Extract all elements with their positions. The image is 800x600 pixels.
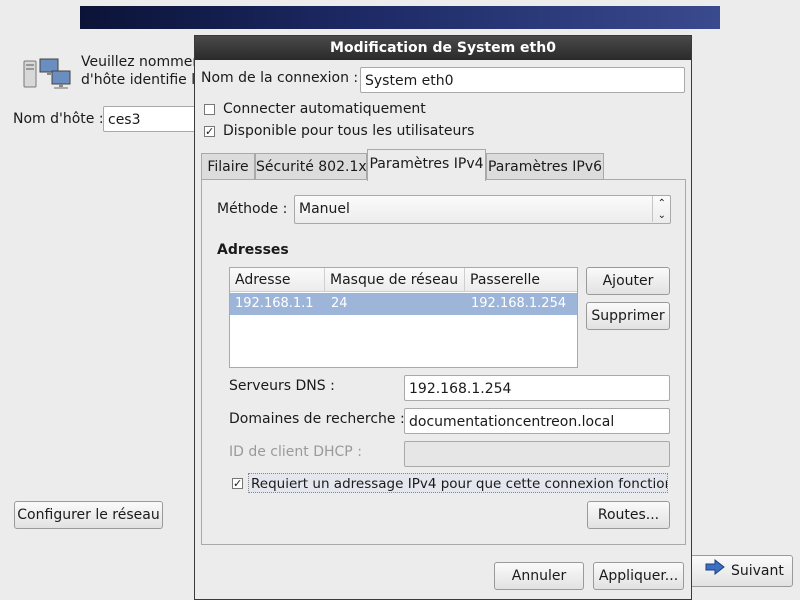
- connection-name-input[interactable]: System eth0: [360, 67, 685, 93]
- intro-text-line2: d'hôte identifie l'o: [81, 72, 208, 88]
- installer-banner: [80, 6, 720, 29]
- configure-network-button[interactable]: Configurer le réseau: [14, 501, 163, 529]
- auto-connect-label[interactable]: Connecter automatiquement: [223, 101, 426, 117]
- tab-security-8021x[interactable]: Sécurité 802.1x: [255, 153, 367, 180]
- cancel-button[interactable]: Annuler: [494, 562, 584, 590]
- method-value: Manuel: [299, 201, 350, 217]
- ipv4-settings-panel: Méthode : Manuel ⌃ ⌄ Adresses Adresse Mas…: [201, 179, 686, 545]
- method-select[interactable]: Manuel ⌃ ⌄: [294, 195, 671, 224]
- search-domains-label: Domaines de recherche :: [229, 411, 405, 427]
- addresses-table[interactable]: Adresse Masque de réseau Passerelle 192.…: [229, 267, 578, 368]
- tab-ipv6-settings[interactable]: Paramètres IPv6: [486, 153, 604, 180]
- apply-button[interactable]: Appliquer...: [593, 562, 684, 590]
- edit-connection-dialog: Modification de System eth0 Nom de la co…: [194, 35, 692, 600]
- tab-wired[interactable]: Filaire: [201, 153, 255, 180]
- next-button-label: Suivant: [731, 563, 784, 579]
- all-users-label[interactable]: Disponible pour tous les utilisateurs: [223, 123, 474, 139]
- dhcp-client-id-label: ID de client DHCP :: [229, 444, 362, 460]
- routes-button[interactable]: Routes...: [587, 501, 670, 529]
- require-ipv4-checkbox[interactable]: ✓: [232, 478, 243, 489]
- cell-address: 192.168.1.1: [235, 296, 314, 311]
- network-computers-icon: [22, 57, 72, 91]
- column-header-netmask[interactable]: Masque de réseau: [325, 268, 465, 292]
- column-header-gateway[interactable]: Passerelle: [465, 268, 577, 292]
- dns-servers-label: Serveurs DNS :: [229, 378, 335, 394]
- hostname-label: Nom d'hôte :: [13, 111, 104, 127]
- dialog-title: Modification de System eth0: [195, 36, 691, 60]
- updown-chevron-icon: ⌃ ⌄: [651, 196, 666, 222]
- connection-name-label: Nom de la connexion :: [201, 70, 359, 86]
- next-button[interactable]: Suivant: [690, 555, 793, 587]
- dns-servers-input[interactable]: 192.168.1.254: [404, 375, 670, 401]
- all-users-checkbox[interactable]: ✓: [204, 126, 215, 137]
- delete-address-button[interactable]: Supprimer: [586, 302, 670, 330]
- method-label: Méthode :: [217, 201, 288, 217]
- intro-text-line1: Veuillez nommer: [81, 54, 199, 70]
- add-address-button[interactable]: Ajouter: [586, 267, 670, 295]
- cell-gateway: 192.168.1.254: [471, 296, 567, 311]
- auto-connect-checkbox[interactable]: [204, 104, 215, 115]
- require-ipv4-label[interactable]: Requiert un adressage IPv4 pour que cett…: [248, 473, 668, 493]
- cell-netmask: 24: [331, 296, 348, 311]
- search-domains-input[interactable]: documentationcentreon.local: [404, 408, 670, 434]
- hostname-input[interactable]: ces3: [103, 106, 203, 132]
- table-row[interactable]: 192.168.1.1 24 192.168.1.254: [230, 293, 577, 315]
- addresses-heading: Adresses: [217, 242, 289, 258]
- column-header-address[interactable]: Adresse: [230, 268, 325, 292]
- dhcp-client-id-input: [404, 441, 670, 467]
- tab-ipv4-settings[interactable]: Paramètres IPv4: [367, 149, 486, 181]
- right-arrow-icon: [705, 556, 725, 586]
